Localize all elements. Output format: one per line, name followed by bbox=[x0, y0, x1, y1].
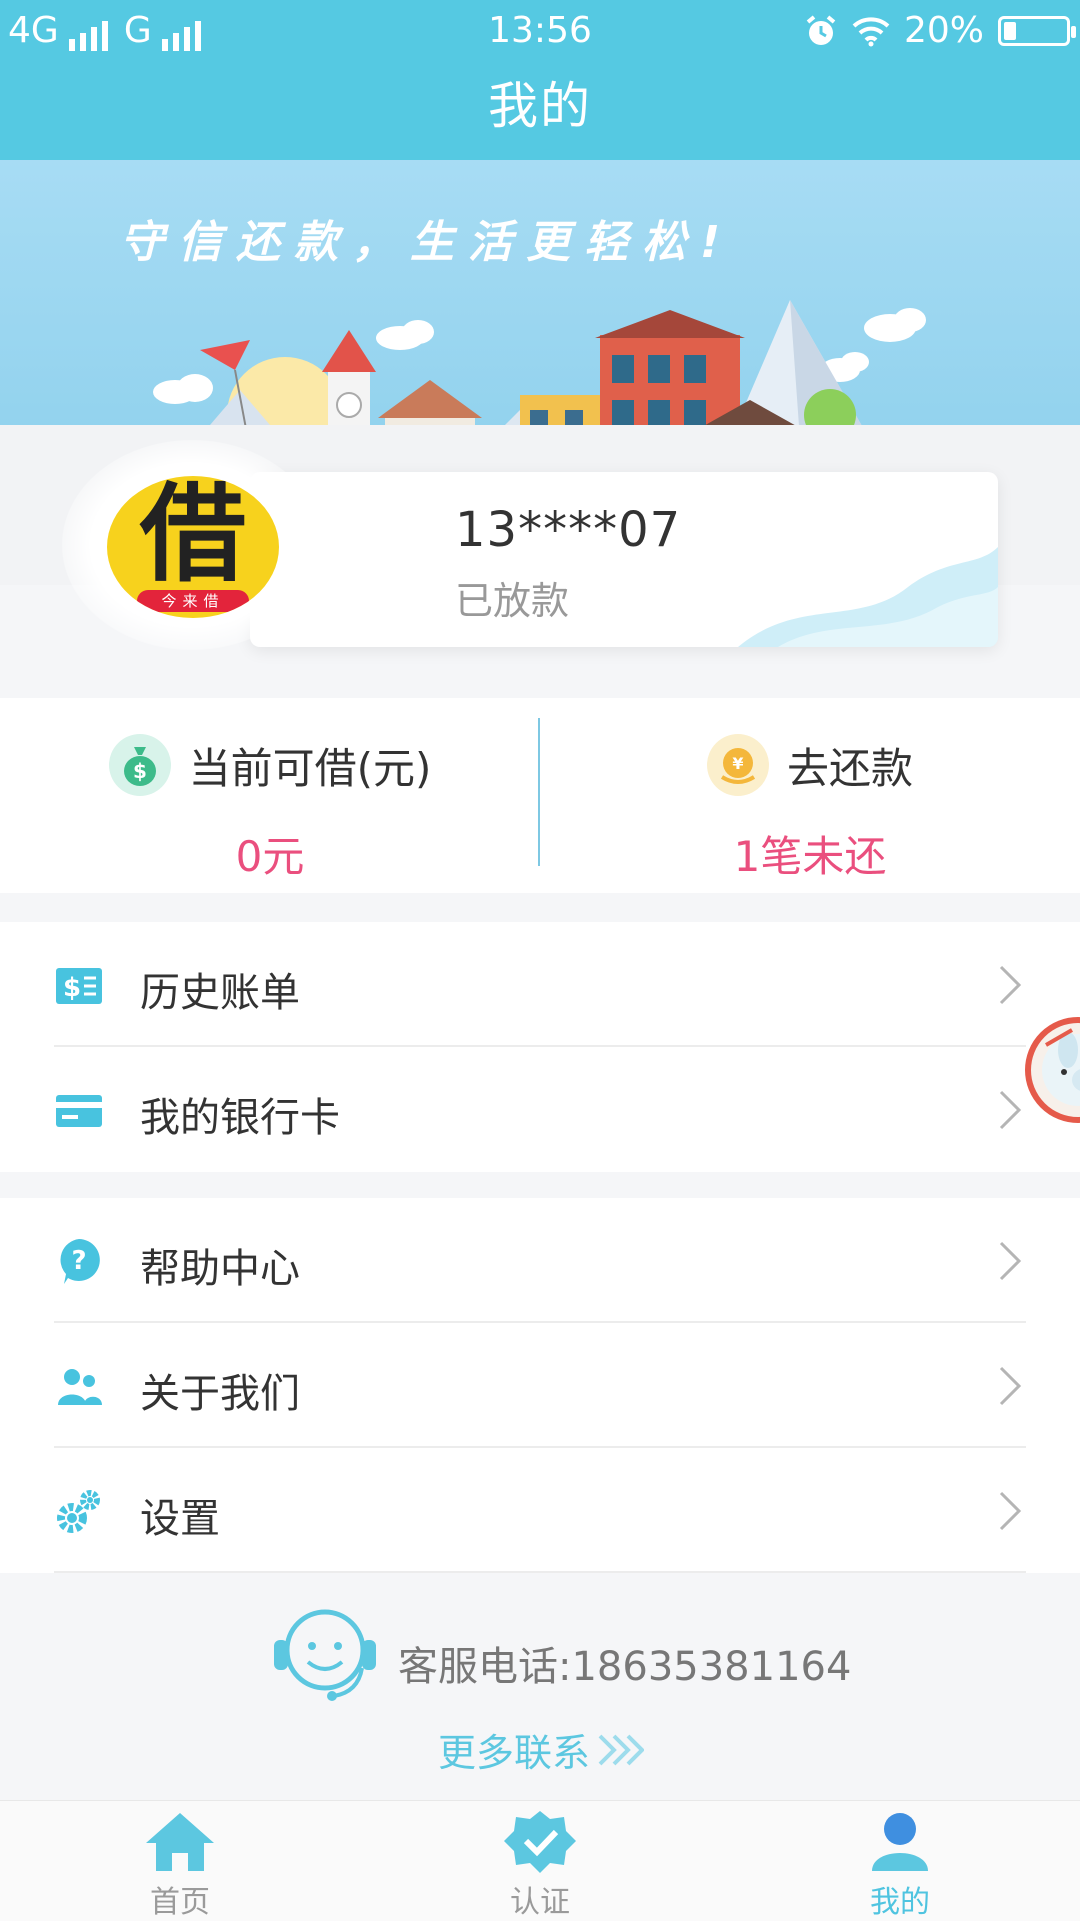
repay-value: 1笔未还 bbox=[733, 832, 887, 881]
tab-mine[interactable]: 我的 bbox=[800, 1809, 1000, 1921]
help-icon: ? bbox=[60, 1239, 100, 1284]
menu-item-help-center[interactable]: ? 帮助中心 bbox=[0, 1198, 1080, 1323]
svg-text:$: $ bbox=[133, 759, 147, 783]
menu-item-about-us[interactable]: 关于我们 bbox=[0, 1323, 1080, 1448]
home-icon bbox=[146, 1813, 214, 1871]
money-bag-icon: $ bbox=[108, 734, 171, 796]
menu-label: 帮助中心 bbox=[140, 1246, 300, 1292]
user-icon bbox=[872, 1813, 928, 1871]
card-wave-decoration bbox=[738, 547, 998, 647]
available-credit[interactable]: $ 当前可借(元) 0元 bbox=[0, 698, 540, 893]
menu-item-history-bill[interactable]: $ 历史账单 bbox=[0, 922, 1080, 1047]
wifi-icon bbox=[852, 16, 890, 46]
battery-icon bbox=[998, 15, 1076, 46]
bill-icon: $ bbox=[56, 968, 102, 1004]
profile-card: 13****07 已放款 bbox=[250, 472, 998, 647]
header: 4G G 13:56 20% 我的 bbox=[0, 0, 1080, 160]
service-phone[interactable]: 客服电话:18635381164 bbox=[398, 1634, 851, 1692]
status-bar: 4G G 13:56 20% bbox=[0, 0, 1080, 62]
svg-text:?: ? bbox=[71, 1246, 86, 1276]
menu-item-bank-card[interactable]: 我的银行卡 bbox=[0, 1047, 1080, 1172]
floating-mascot-button[interactable] bbox=[1016, 990, 1080, 1130]
avatar[interactable]: 借 今来借 bbox=[103, 472, 283, 622]
chevron-right-icon bbox=[999, 1491, 1022, 1531]
settings-icon bbox=[57, 1490, 100, 1533]
bank-card-icon bbox=[56, 1095, 102, 1127]
tab-home[interactable]: 首页 bbox=[80, 1809, 280, 1921]
loan-status: 已放款 bbox=[455, 579, 570, 623]
bottom-tab-bar: 首页 认证 我的 bbox=[0, 1800, 1080, 1921]
about-us-icon bbox=[58, 1369, 102, 1405]
repay[interactable]: ¥ 去还款 1笔未还 bbox=[540, 698, 1080, 893]
customer-service: 客服电话:18635381164 更多联系 bbox=[0, 1572, 1080, 1777]
available-value: 0元 bbox=[235, 832, 305, 881]
alarm-icon bbox=[806, 14, 836, 45]
svg-text:¥: ¥ bbox=[732, 754, 743, 773]
chevron-right-icon bbox=[999, 1241, 1022, 1281]
headset-icon[interactable] bbox=[270, 1600, 380, 1705]
tab-verify[interactable]: 认证 bbox=[440, 1809, 640, 1921]
avatar-logo-char: 借 bbox=[140, 473, 246, 596]
svg-text:$: $ bbox=[63, 973, 81, 1003]
battery-percent: 20% bbox=[903, 10, 984, 51]
more-contact-label: 更多联系 bbox=[438, 1731, 591, 1775]
stats-panel: $ 当前可借(元) 0元 ¥ 去还款 1笔未还 bbox=[0, 698, 1080, 893]
double-chevron-icon bbox=[598, 1734, 645, 1765]
menu-item-settings[interactable]: 设置 bbox=[0, 1448, 1080, 1573]
status-right: 20% bbox=[804, 10, 1076, 51]
menu-label: 我的银行卡 bbox=[140, 1095, 340, 1141]
menu-group-general: ? 帮助中心 关于我们 设置 bbox=[0, 1198, 1080, 1573]
battery-level bbox=[1004, 21, 1016, 40]
repay-label: 去还款 bbox=[786, 743, 913, 793]
menu-label: 关于我们 bbox=[140, 1371, 300, 1417]
available-label: 当前可借(元) bbox=[188, 743, 432, 793]
avatar-ribbon: 今来借 bbox=[137, 590, 249, 612]
more-contact-link[interactable]: 更多联系 bbox=[438, 1722, 645, 1777]
user-phone: 13****07 bbox=[455, 502, 682, 558]
tab-label: 我的 bbox=[870, 1885, 930, 1920]
menu-group-account: $ 历史账单 我的银行卡 bbox=[0, 922, 1080, 1172]
coin-icon: ¥ bbox=[706, 734, 769, 796]
tab-label: 认证 bbox=[510, 1885, 570, 1920]
page-title: 我的 bbox=[488, 77, 592, 135]
menu-label: 设置 bbox=[140, 1496, 220, 1542]
menu-label: 历史账单 bbox=[140, 970, 300, 1016]
verify-icon bbox=[504, 1811, 576, 1873]
tab-label: 首页 bbox=[150, 1885, 210, 1920]
chevron-right-icon bbox=[999, 1366, 1022, 1406]
